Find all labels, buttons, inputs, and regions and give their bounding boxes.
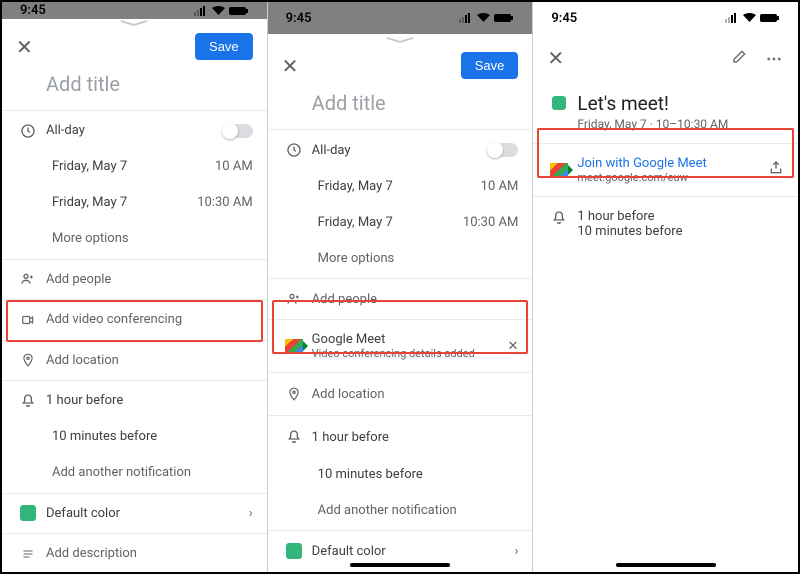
signal-icon xyxy=(194,6,208,16)
allday-toggle[interactable] xyxy=(223,124,253,138)
add-notification[interactable]: Add another notification xyxy=(312,503,519,518)
status-bar: 9:45 xyxy=(533,2,798,34)
status-icons xyxy=(194,6,249,16)
sheet-handle[interactable] xyxy=(2,19,267,27)
status-icons xyxy=(725,13,780,23)
people-icon xyxy=(282,291,306,307)
start-time[interactable]: 10 AM xyxy=(215,159,253,174)
status-icons xyxy=(459,13,514,23)
start-date[interactable]: Friday, May 7 xyxy=(312,179,481,194)
close-icon[interactable]: ✕ xyxy=(16,35,33,59)
color-icon xyxy=(16,505,40,521)
color-icon xyxy=(282,543,306,559)
add-people[interactable]: Add people xyxy=(306,292,519,307)
add-people[interactable]: Add people xyxy=(40,272,253,287)
start-date[interactable]: Friday, May 7 xyxy=(46,159,215,174)
close-icon[interactable]: ✕ xyxy=(282,54,299,78)
start-time[interactable]: 10 AM xyxy=(481,179,519,194)
location-icon xyxy=(282,385,306,403)
google-meet-row[interactable]: Google Meet Video conferencing details a… xyxy=(306,332,508,360)
sheet-handle[interactable] xyxy=(268,34,533,46)
status-time: 9:45 xyxy=(286,11,312,26)
close-icon[interactable]: ✕ xyxy=(547,46,564,70)
google-meet-icon xyxy=(547,163,571,177)
join-meet-link[interactable]: Join with Google Meet meet.google.com/eu… xyxy=(571,156,768,184)
more-icon[interactable]: ⋯ xyxy=(766,49,784,68)
google-meet-icon xyxy=(282,339,306,353)
allday-toggle[interactable] xyxy=(488,143,518,157)
wifi-icon xyxy=(211,6,226,16)
status-time: 9:45 xyxy=(551,11,577,26)
add-video-conferencing[interactable]: Add video conferencing xyxy=(40,312,253,327)
allday-label: All-day xyxy=(40,123,223,138)
chevron-right-icon: › xyxy=(514,544,518,559)
description-icon xyxy=(16,548,40,560)
add-location[interactable]: Add location xyxy=(40,353,253,368)
clock-icon xyxy=(282,142,306,158)
allday-label: All-day xyxy=(306,143,489,158)
battery-icon xyxy=(229,6,249,16)
chevron-right-icon: › xyxy=(249,506,253,521)
event-color-icon xyxy=(547,92,571,110)
save-button[interactable]: Save xyxy=(461,52,519,79)
end-date[interactable]: Friday, May 7 xyxy=(46,195,197,210)
add-description[interactable]: Add description xyxy=(40,546,253,561)
home-indicator xyxy=(616,563,716,567)
add-location[interactable]: Add location xyxy=(306,387,519,402)
remove-meet-icon[interactable]: ✕ xyxy=(507,339,518,354)
bell-icon xyxy=(282,428,306,446)
notification-1: 1 hour before xyxy=(577,209,784,224)
event-subtitle: Friday, May 7 · 10–10:30 AM xyxy=(577,117,784,131)
location-icon xyxy=(16,351,40,369)
video-icon xyxy=(16,313,40,327)
bell-icon xyxy=(16,392,40,410)
people-icon xyxy=(16,271,40,287)
status-time: 9:45 xyxy=(20,3,46,18)
end-date[interactable]: Friday, May 7 xyxy=(312,215,463,230)
more-options[interactable]: More options xyxy=(312,251,519,266)
home-indicator xyxy=(350,563,450,567)
more-options[interactable]: More options xyxy=(46,231,253,246)
notification-1[interactable]: 1 hour before xyxy=(306,430,519,445)
notification-2: 10 minutes before xyxy=(577,224,784,239)
title-input[interactable]: Add title xyxy=(46,72,120,96)
save-button[interactable]: Save xyxy=(195,33,253,60)
share-icon[interactable] xyxy=(768,159,784,181)
edit-icon[interactable] xyxy=(732,48,748,68)
title-input[interactable]: Add title xyxy=(312,91,386,115)
notification-2[interactable]: 10 minutes before xyxy=(46,429,253,444)
end-time[interactable]: 10:30 AM xyxy=(197,195,252,210)
add-notification[interactable]: Add another notification xyxy=(46,465,253,480)
end-time[interactable]: 10:30 AM xyxy=(463,215,518,230)
clock-icon xyxy=(16,123,40,139)
bell-icon xyxy=(547,209,571,227)
default-color[interactable]: Default color xyxy=(306,544,515,559)
notification-1[interactable]: 1 hour before xyxy=(40,393,253,408)
status-bar: 9:45 xyxy=(2,2,267,19)
default-color[interactable]: Default color xyxy=(40,506,249,521)
event-title: Let's meet! xyxy=(577,92,784,115)
notification-2[interactable]: 10 minutes before xyxy=(312,467,519,482)
status-bar: 9:45 xyxy=(268,2,533,34)
